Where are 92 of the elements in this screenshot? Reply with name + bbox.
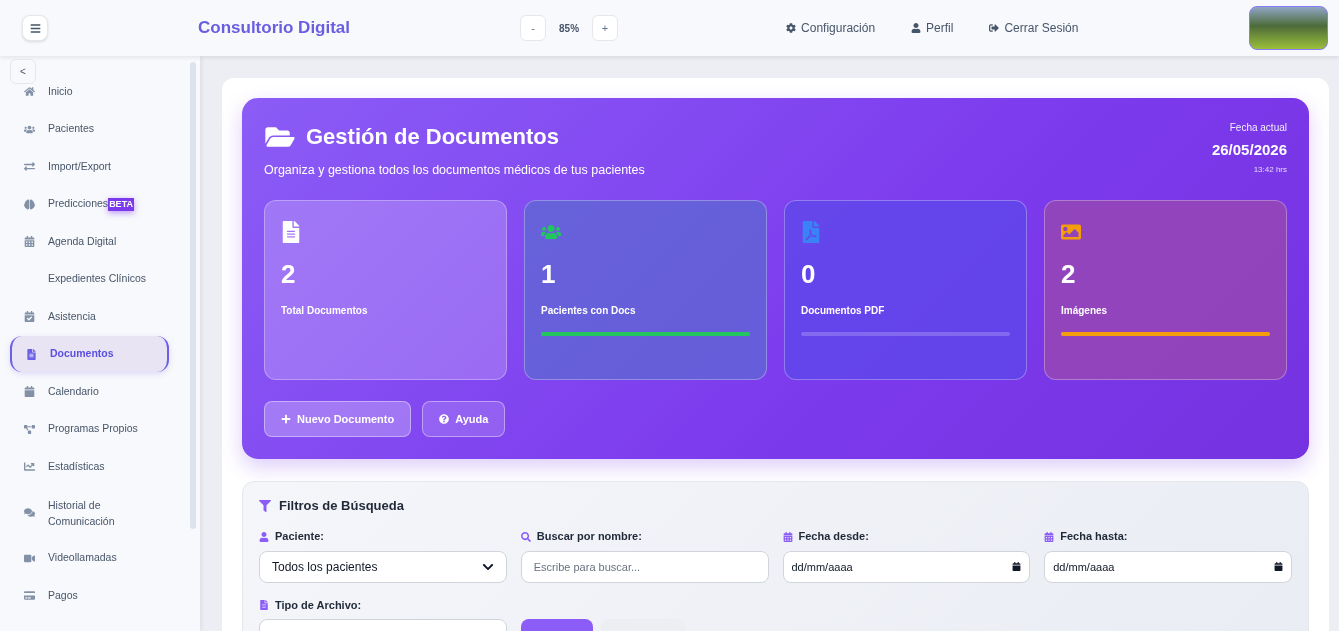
stat-value: 2 <box>281 260 297 287</box>
sidebar-item[interactable]: Pacientes <box>10 121 169 138</box>
sidebar-item[interactable]: Expedientes Clínicos <box>10 271 169 288</box>
video-camera-icon <box>24 552 35 564</box>
calendar-icon <box>24 386 35 398</box>
date-label: Fecha actual <box>1229 121 1287 135</box>
sidebar-item[interactable]: Estadísticas <box>10 458 169 475</box>
logout-icon <box>989 23 1000 33</box>
sidebar-label: Estadísticas <box>48 458 105 474</box>
sidebar-item[interactable]: Asistencia <box>10 308 169 325</box>
sidebar-item[interactable]: Documentos <box>10 336 169 373</box>
stat-value: 2 <box>1061 260 1077 287</box>
stat-value: 0 <box>801 260 817 287</box>
sidebar-item[interactable]: Inicio <box>10 83 169 100</box>
stat-value: 1 <box>541 260 557 287</box>
chat-icon <box>24 507 35 518</box>
nav-link[interactable]: Configuración <box>786 19 876 37</box>
sidebar-label: Pacientes <box>48 121 95 137</box>
stat-label: Pacientes con Docs <box>541 303 637 318</box>
field-label: Fecha hasta: <box>1060 529 1128 545</box>
sidebar-label: Asistencia <box>48 308 96 324</box>
nav-link[interactable]: Perfil <box>911 19 954 37</box>
plus-icon <box>281 413 291 424</box>
settings-icon <box>786 23 797 33</box>
brand-title: Consultorio Digital <box>198 17 351 40</box>
search-field[interactable]: Escribe para buscar... <box>520 550 769 583</box>
page-title: Gestión de Documentos <box>306 123 560 151</box>
calendar-icon <box>1044 531 1055 542</box>
field-label: Tipo de Archivo: <box>275 597 362 613</box>
help-icon <box>439 413 450 424</box>
field-label: Fecha desde: <box>798 529 869 545</box>
sidebar-item[interactable]: Agenda Digital <box>10 233 169 250</box>
calendar-icon <box>782 531 793 542</box>
sidebar-label: Import/Export <box>48 158 112 174</box>
help-button[interactable]: Ayuda <box>422 400 506 437</box>
current-time: 13:42 hrs <box>1253 163 1287 176</box>
credit-card-icon <box>24 590 35 602</box>
sidebar-label: Agenda Digital <box>48 233 117 249</box>
field-label: Paciente: <box>275 529 324 545</box>
home-icon <box>24 86 35 98</box>
sidebar-label: Documentos <box>50 346 114 362</box>
date-field[interactable]: dd/mm/aaaa <box>1044 550 1292 583</box>
sidebar-item[interactable]: Import/Export <box>10 158 169 175</box>
file-icon <box>259 600 269 610</box>
diagram-icon <box>24 423 35 435</box>
sidebar-label: Inicio <box>48 83 73 99</box>
sidebar-label: Expedientes Clínicos <box>48 271 147 287</box>
stat-label: Documentos PDF <box>801 303 886 318</box>
sidebar-item[interactable]: Calendario <box>10 383 169 400</box>
line-chart-icon <box>24 461 35 473</box>
zoom-level: 85% <box>558 21 581 36</box>
filter-icon <box>259 499 271 512</box>
calendar-icon <box>24 236 35 248</box>
arrows-icon <box>24 161 35 173</box>
calendar-icon <box>1274 562 1283 572</box>
user-icon <box>259 531 269 542</box>
sidebar-label: Predicciones <box>48 196 109 212</box>
document-icon <box>281 220 301 243</box>
sidebar-item[interactable]: Videollamadas <box>10 550 169 567</box>
menu-icon <box>29 22 41 34</box>
date-field[interactable]: dd/mm/aaaa <box>782 550 1031 583</box>
page-subtitle: Organiza y gestiona todos los documentos médicos de tus pacientes <box>264 162 645 179</box>
sidebar-label: Calendario <box>48 383 99 399</box>
sidebar-label: Videollamadas <box>48 550 117 566</box>
collapse-button[interactable]: < <box>10 59 36 84</box>
brain-icon <box>24 198 35 210</box>
user-icon <box>911 23 922 33</box>
users-icon <box>24 123 35 135</box>
sidebar-item[interactable]: Programas Propios <box>10 421 169 438</box>
calendar-icon <box>1012 562 1022 572</box>
zoom-out-button[interactable]: - <box>520 15 547 41</box>
beta-badge: BETA <box>108 197 134 211</box>
stat-label: Imágenes <box>1061 303 1109 318</box>
sidebar-item[interactable]: Predicciones BETA <box>10 196 169 213</box>
sidebar-label: Pagos <box>48 587 78 603</box>
calendar-check-icon <box>24 311 35 323</box>
nav-link[interactable]: Cerrar Sesión <box>989 19 1079 37</box>
select-field[interactable]: Todos los pacientes <box>259 550 507 583</box>
sidebar-item[interactable]: Historial de Comunicación <box>10 496 169 529</box>
document-icon <box>26 348 37 360</box>
search-icon <box>520 531 531 542</box>
photo-placeholder[interactable] <box>1249 6 1328 50</box>
sidebar-label: Historial de Comunicación <box>48 497 116 529</box>
zoom-in-button[interactable]: + <box>592 15 619 41</box>
filters-title: Filtros de Búsqueda <box>279 496 404 515</box>
pdf-file-icon <box>801 220 821 243</box>
stat-label: Total Documentos <box>281 303 369 318</box>
sidebar-item[interactable]: Pagos <box>10 587 169 604</box>
field-label: Buscar por nombre: <box>536 529 642 545</box>
sidebar-label: Programas Propios <box>48 421 138 437</box>
current-date: 26/05/2026 <box>1211 140 1287 160</box>
menu-button[interactable] <box>22 15 48 41</box>
